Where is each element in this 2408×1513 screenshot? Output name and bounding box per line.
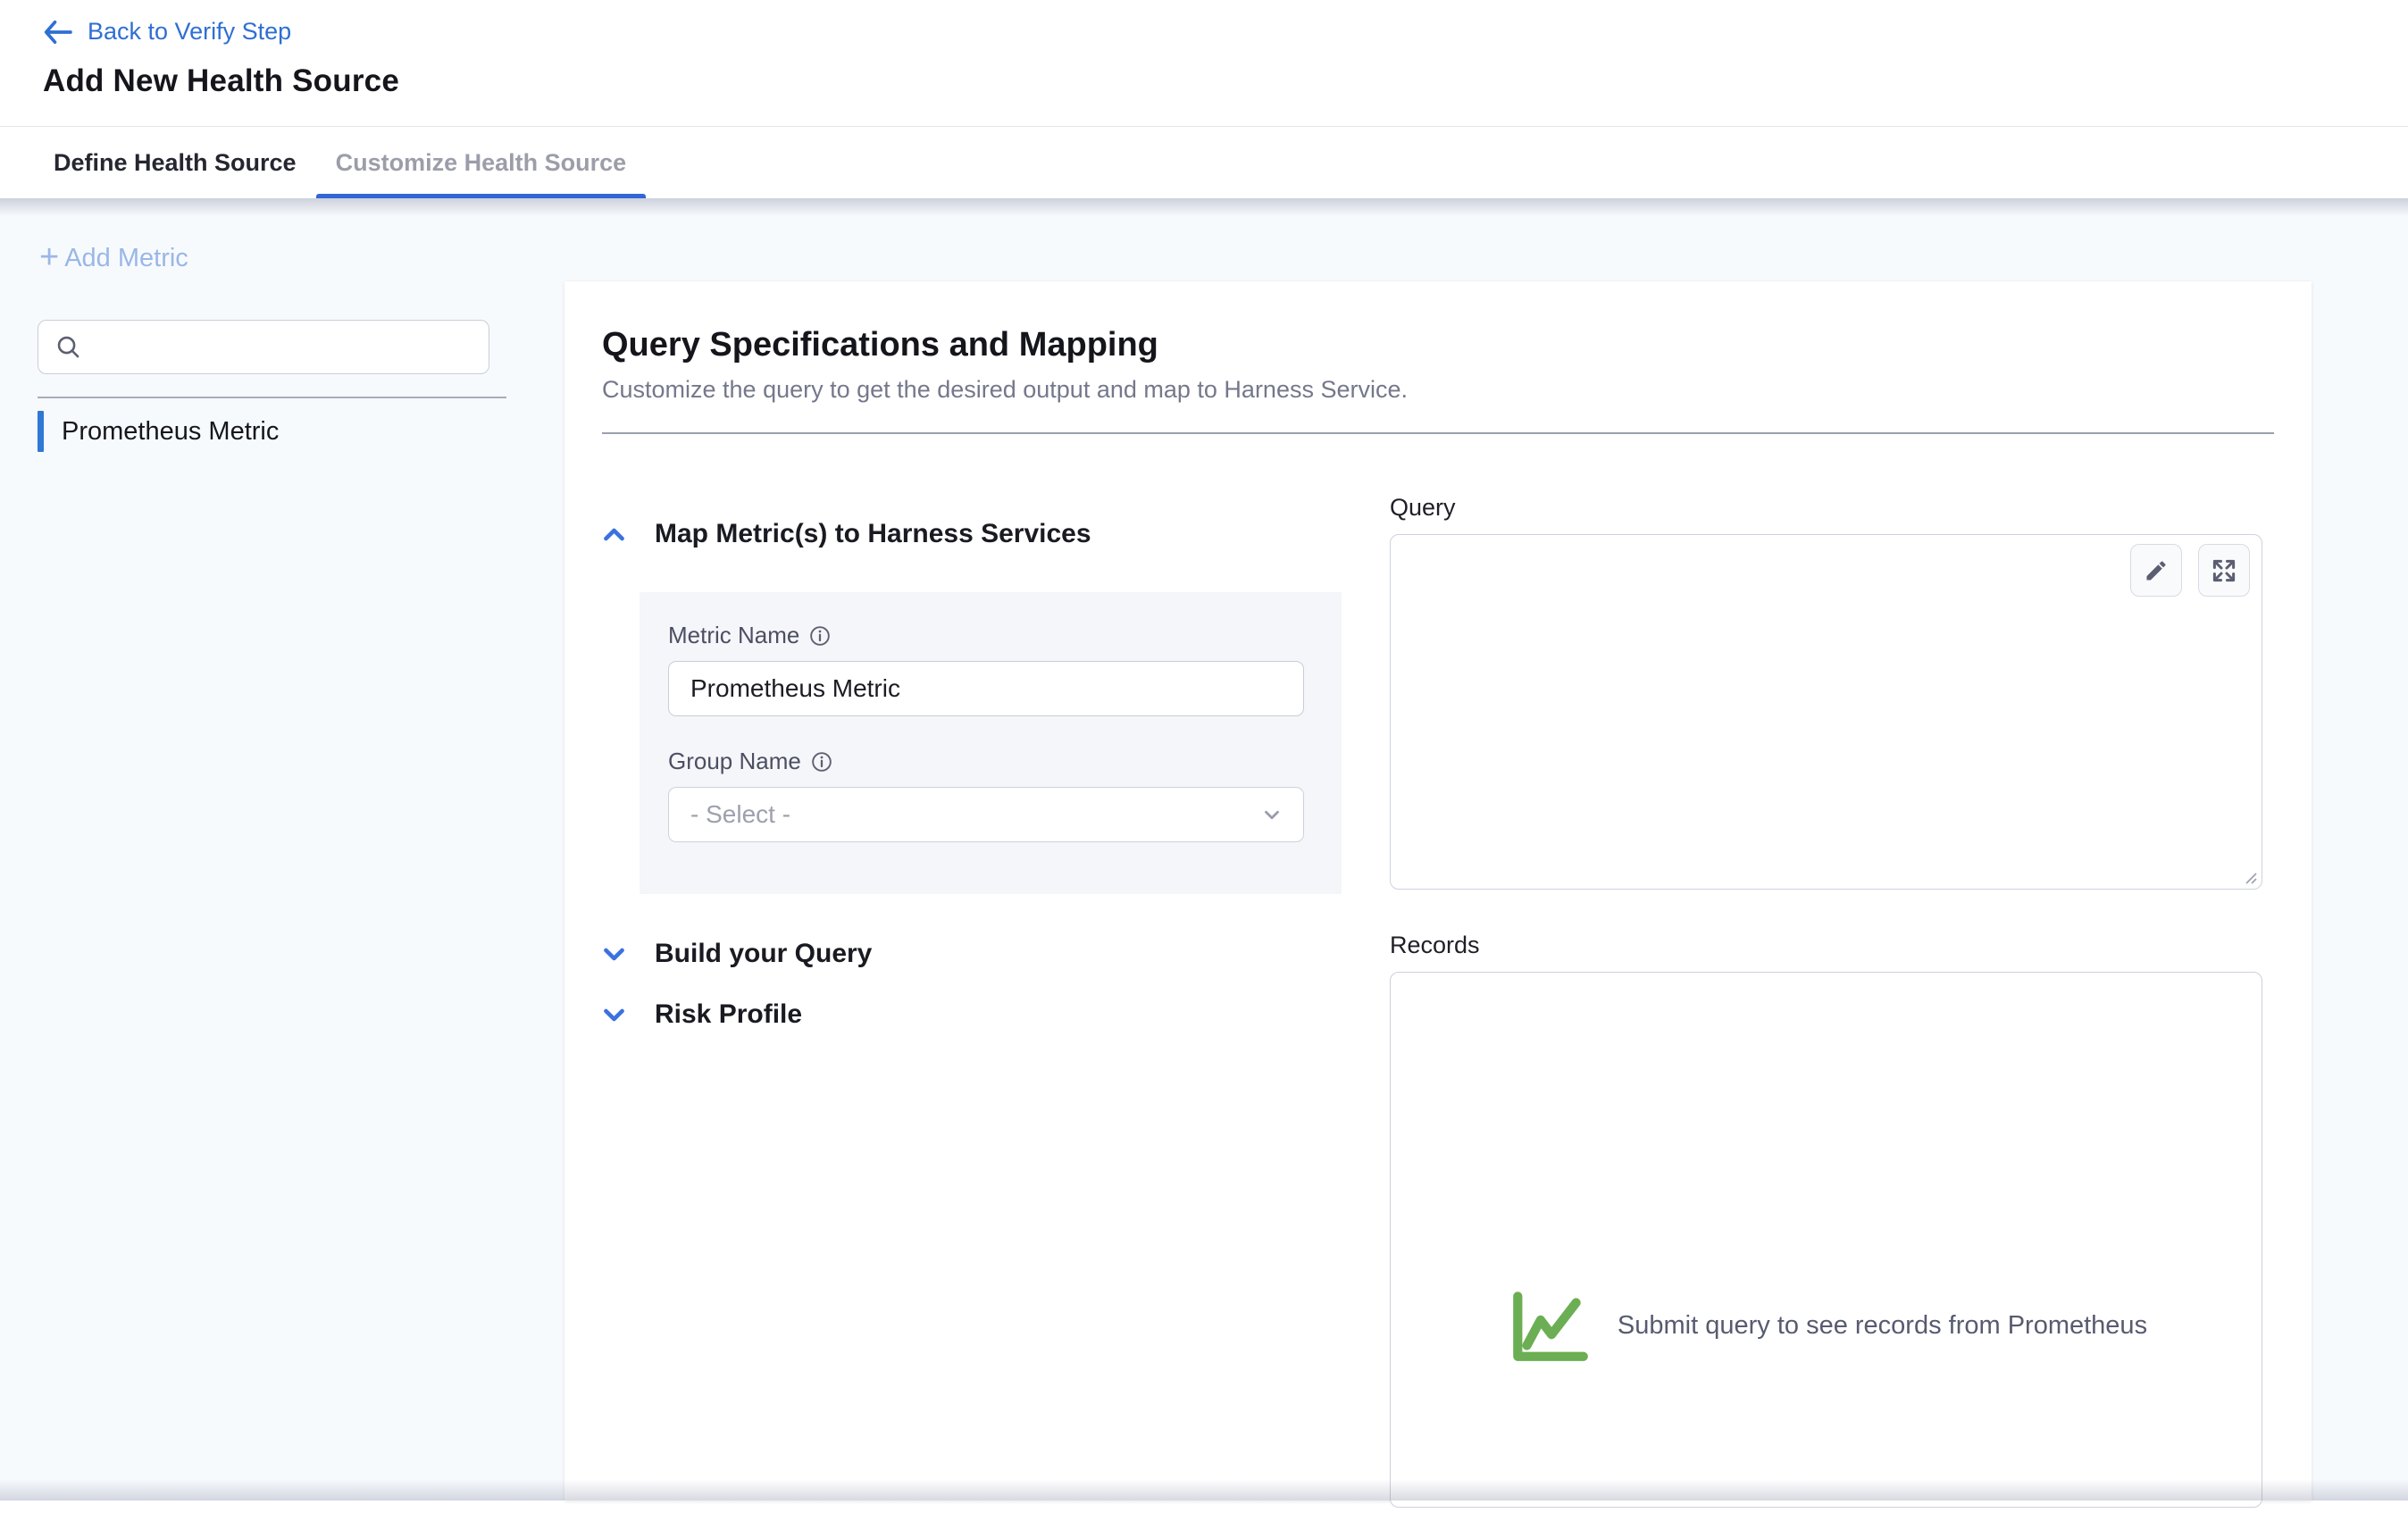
query-label: Query (1390, 494, 1456, 522)
query-editor (1390, 534, 2262, 890)
chevron-down-icon (600, 940, 628, 968)
pencil-icon (2144, 558, 2169, 583)
info-icon[interactable] (809, 625, 831, 647)
resize-handle-icon[interactable] (2240, 867, 2258, 885)
info-icon[interactable] (811, 751, 832, 773)
sidebar-divider (38, 397, 506, 398)
chevron-up-icon (600, 521, 628, 548)
metric-name-input[interactable] (668, 661, 1304, 716)
section-title: Risk Profile (655, 999, 802, 1030)
metric-item-label: Prometheus Metric (62, 417, 279, 447)
expand-query-button[interactable] (2198, 544, 2250, 597)
map-metric-form: Metric Name Group Name - Select - (640, 592, 1342, 894)
metrics-sidebar: + Add Metric Prometheus Metric (0, 198, 564, 1500)
records-label: Records (1390, 932, 1480, 959)
edit-query-button[interactable] (2130, 544, 2182, 597)
search-icon (54, 333, 82, 361)
add-metric-label: Add Metric (64, 244, 188, 273)
section-title: Map Metric(s) to Harness Services (655, 519, 1091, 549)
records-empty-state: Submit query to see records from Prometh… (1391, 1282, 2262, 1369)
panel-header: Query Specifications and Mapping Customi… (564, 281, 2312, 434)
select-placeholder: - Select - (690, 800, 790, 829)
metric-search-input[interactable] (95, 333, 472, 361)
health-source-tabs: Define Health Source Customize Health So… (0, 128, 2408, 198)
section-build-query[interactable]: Build your Query (600, 939, 872, 969)
panel-subtitle: Customize the query to get the desired o… (602, 376, 2274, 404)
content-area: + Add Metric Prometheus Metric Query Spe… (0, 198, 2408, 1500)
chevron-down-icon (600, 1001, 628, 1029)
tab-label: Define Health Source (54, 149, 297, 177)
arrow-left-icon (43, 20, 73, 45)
group-name-label-text: Group Name (668, 748, 801, 775)
section-risk-profile[interactable]: Risk Profile (600, 999, 802, 1030)
chevron-down-icon (1260, 803, 1283, 826)
selected-indicator-bar (38, 411, 44, 452)
panel-divider (602, 432, 2274, 434)
back-link-label: Back to Verify Step (88, 18, 291, 46)
metric-search-box (38, 320, 489, 374)
metric-name-label-text: Metric Name (668, 622, 799, 649)
plus-icon: + (39, 240, 59, 274)
group-name-select[interactable]: - Select - (668, 787, 1304, 842)
tab-define-health-source[interactable]: Define Health Source (34, 128, 316, 198)
query-specifications-panel: Query Specifications and Mapping Customi… (564, 281, 2312, 1500)
page-header: Back to Verify Step Add New Health Sourc… (0, 0, 2408, 127)
tab-customize-health-source[interactable]: Customize Health Source (316, 128, 647, 198)
metric-name-label: Metric Name (668, 622, 1313, 649)
group-name-label: Group Name (668, 748, 1313, 775)
tab-label: Customize Health Source (336, 149, 627, 177)
section-map-metrics[interactable]: Map Metric(s) to Harness Services (600, 519, 1091, 549)
query-actions (2130, 544, 2250, 597)
metric-list-item-prometheus[interactable]: Prometheus Metric (38, 409, 502, 454)
records-panel: Submit query to see records from Prometh… (1390, 972, 2262, 1508)
section-title: Build your Query (655, 939, 872, 969)
page-title: Add New Health Source (43, 63, 2408, 99)
panel-title: Query Specifications and Mapping (602, 326, 2274, 364)
back-link[interactable]: Back to Verify Step (43, 18, 291, 46)
fullscreen-arrows-icon (2211, 557, 2237, 584)
add-metric-button[interactable]: + Add Metric (39, 243, 188, 274)
line-chart-icon (1505, 1282, 1593, 1369)
records-empty-message: Submit query to see records from Prometh… (1618, 1311, 2147, 1341)
